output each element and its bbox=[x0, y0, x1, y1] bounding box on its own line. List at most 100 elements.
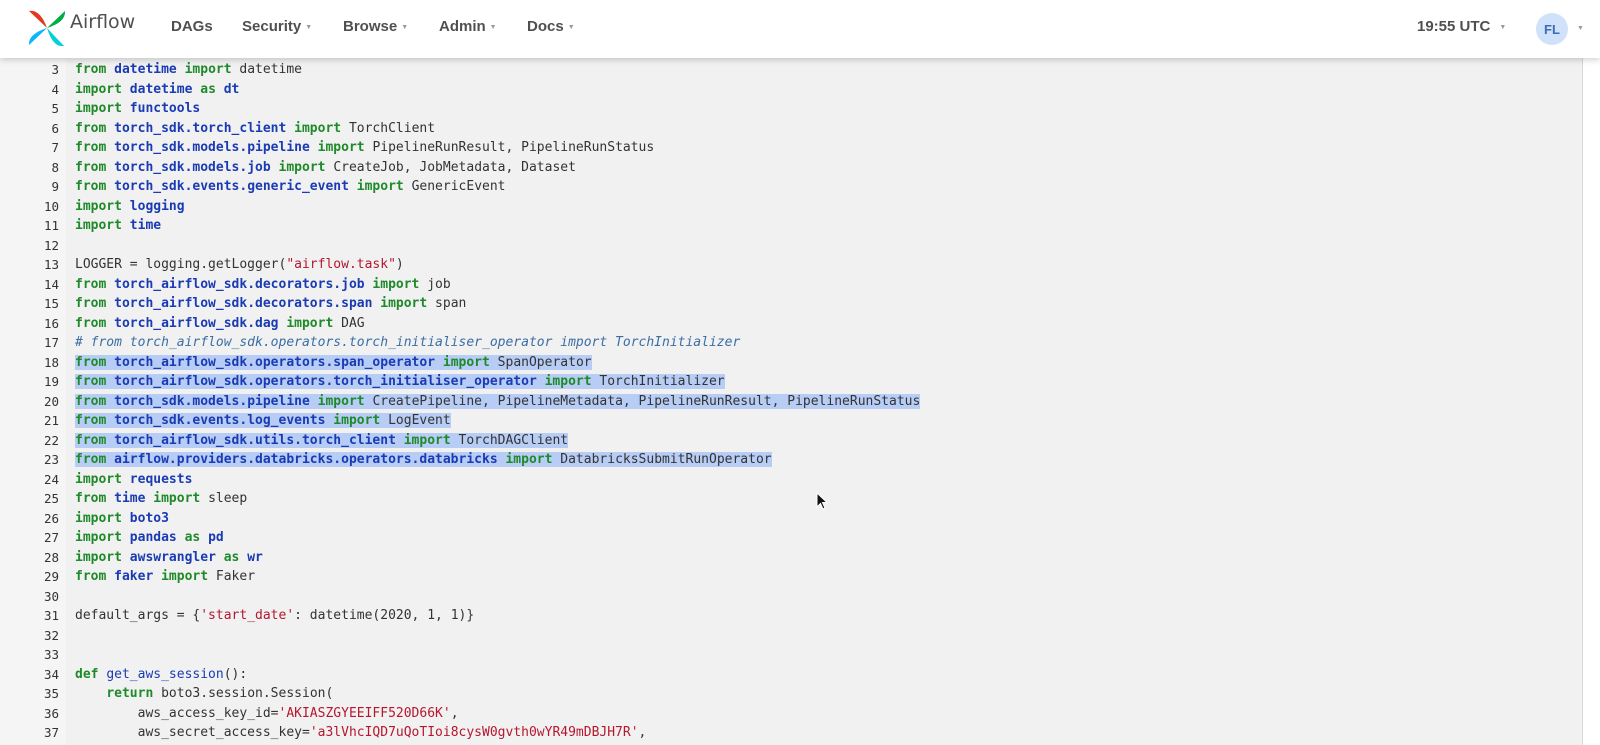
line-number: 13 bbox=[43, 257, 59, 272]
code-token: from bbox=[75, 140, 115, 155]
code-line: 22 from torch_airflow_sdk.utils.torch_cli… bbox=[0, 431, 1582, 451]
nav-dags[interactable]: DAGs bbox=[171, 18, 213, 35]
code-text: from torch_sdk.models.job import CreateJ… bbox=[75, 158, 576, 178]
code-line: 32 bbox=[0, 626, 1582, 646]
code-line: 15 from torch_airflow_sdk.decorators.span… bbox=[0, 294, 1582, 314]
code-token: # from torch_airflow_sdk.operators.torch… bbox=[75, 335, 741, 350]
code-panel[interactable]: 3 from datetime import datetime 4 import da… bbox=[0, 58, 1583, 745]
code-token: DatabricksSubmitRunOperator bbox=[560, 452, 772, 467]
code-token: torch_airflow_sdk.operators.torch_initia… bbox=[114, 374, 545, 389]
utc-clock-time: 19:55 UTC bbox=[1417, 18, 1491, 35]
code-token: import bbox=[184, 62, 240, 77]
code-text: from torch_airflow_sdk.decorators.job im… bbox=[75, 275, 451, 295]
code-line: 35 return boto3.session.Session( bbox=[0, 684, 1582, 704]
code-text: from torch_sdk.events.log_events import … bbox=[75, 411, 451, 431]
code-token: datetime bbox=[114, 62, 185, 77]
code-text: from torch_airflow_sdk.operators.torch_i… bbox=[75, 372, 725, 392]
code-token: TorchInitializer bbox=[599, 374, 725, 389]
code-line: 20 from torch_sdk.models.pipeline import … bbox=[0, 392, 1582, 412]
code-token: torch_airflow_sdk.operators.span_operato… bbox=[114, 354, 443, 370]
nav-admin-dropdown[interactable]: Admin ▼ bbox=[439, 18, 497, 35]
code-line: 4 import datetime as dt bbox=[0, 80, 1582, 100]
code-text: from faker import Faker bbox=[75, 567, 255, 587]
code-line: 12 bbox=[0, 236, 1582, 256]
code-token: import bbox=[544, 374, 600, 389]
line-number: 24 bbox=[43, 471, 59, 487]
code-token: LOGGER = logging.getLogger( bbox=[75, 257, 287, 272]
code-token: logging bbox=[129, 198, 185, 214]
code-token: wr bbox=[247, 549, 263, 565]
code-line: 14 from torch_airflow_sdk.decorators.job … bbox=[0, 275, 1582, 295]
mouse-pointer-icon bbox=[816, 492, 828, 510]
code-text: import logging bbox=[75, 197, 185, 217]
code-token: import bbox=[403, 432, 459, 448]
top-navbar: Airflow DAGs Security ▼ Browse ▼ Admin ▼… bbox=[0, 0, 1600, 58]
code-token: import bbox=[75, 101, 130, 116]
code-token: from bbox=[75, 354, 115, 370]
line-number: 5 bbox=[51, 101, 59, 116]
code-token: torch_sdk.events.generic_event bbox=[114, 179, 357, 194]
code-text: return boto3.session.Session( bbox=[75, 684, 333, 704]
code-token: job bbox=[427, 276, 451, 292]
code-token: DAG bbox=[341, 315, 365, 331]
code-token: from bbox=[75, 120, 115, 136]
code-line: 34 def get_aws_session(): bbox=[0, 665, 1582, 685]
code-text: from airflow.providers.databricks.operat… bbox=[75, 450, 772, 470]
code-token: as bbox=[223, 549, 248, 565]
nav-security-label: Security bbox=[242, 18, 302, 35]
code-token: from bbox=[75, 432, 115, 448]
code-text: from torch_sdk.models.pipeline import Pi… bbox=[75, 138, 654, 158]
line-number: 26 bbox=[43, 510, 59, 526]
code-text: from datetime import datetime bbox=[75, 60, 302, 80]
code-token: import bbox=[286, 315, 342, 331]
code-line: 18 from torch_airflow_sdk.operators.span_… bbox=[0, 353, 1582, 373]
user-initials: FL bbox=[1544, 21, 1560, 37]
code-token: import bbox=[75, 471, 130, 487]
code-token: requests bbox=[129, 471, 193, 487]
code-token: from bbox=[75, 413, 115, 428]
code-text: from torch_sdk.torch_client import Torch… bbox=[75, 119, 435, 139]
code-token: torch_airflow_sdk.decorators.span bbox=[114, 296, 381, 311]
code-line: 13 LOGGER = logging.getLogger("airflow.ta… bbox=[0, 255, 1582, 275]
code-line: 5 import functools bbox=[0, 99, 1582, 119]
caret-down-icon: ▼ bbox=[1577, 25, 1584, 32]
code-token: boto3.session.Session( bbox=[161, 686, 334, 701]
code-line: 24 import requests bbox=[0, 470, 1582, 490]
code-token: import bbox=[333, 413, 389, 428]
code-text: default_args = {'start_date': datetime(2… bbox=[75, 606, 474, 626]
line-number: 4 bbox=[51, 81, 59, 97]
line-number: 20 bbox=[43, 393, 59, 409]
code-token: from bbox=[75, 159, 115, 175]
code-token: boto3 bbox=[129, 510, 169, 526]
code-text: from torch_sdk.events.generic_event impo… bbox=[75, 177, 506, 197]
code-token: def bbox=[75, 666, 107, 682]
code-text: import datetime as dt bbox=[75, 80, 239, 100]
caret-down-icon: ▼ bbox=[567, 24, 575, 31]
code-token: import bbox=[317, 140, 373, 155]
utc-clock-dropdown[interactable]: 19:55 UTC ▼ bbox=[1417, 18, 1506, 35]
nav-security-dropdown[interactable]: Security ▼ bbox=[242, 18, 312, 35]
code-text: from torch_sdk.models.pipeline import Cr… bbox=[75, 392, 921, 412]
line-number: 33 bbox=[43, 647, 59, 662]
code-line: 36 aws_access_key_id='AKIASZGYEEIFF520D6… bbox=[0, 704, 1582, 724]
code-token: TorchClient bbox=[348, 120, 436, 136]
code-token: , bbox=[638, 725, 647, 740]
code-text: import time bbox=[75, 216, 161, 236]
code-token: LogEvent bbox=[388, 413, 451, 428]
code-token: from bbox=[75, 296, 115, 311]
code-token: torch_sdk.models.pipeline bbox=[114, 140, 318, 155]
user-avatar[interactable]: FL bbox=[1536, 13, 1568, 45]
code-token: torch_sdk.events.log_events bbox=[114, 413, 334, 428]
code-token: GenericEvent bbox=[411, 179, 506, 194]
line-number: 35 bbox=[43, 686, 59, 701]
code-token: torch_sdk.models.pipeline bbox=[114, 393, 318, 409]
nav-browse-dropdown[interactable]: Browse ▼ bbox=[343, 18, 408, 35]
code-token: import bbox=[75, 530, 130, 545]
nav-docs-dropdown[interactable]: Docs ▼ bbox=[527, 18, 575, 35]
code-line: 29 from faker import Faker bbox=[0, 567, 1582, 587]
code-token: CreatePipeline, PipelineMetadata, Pipeli… bbox=[372, 393, 921, 409]
nav-docs-label: Docs bbox=[527, 18, 564, 35]
airflow-logo[interactable]: Airflow bbox=[26, 6, 135, 50]
code-line: 23 from airflow.providers.databricks.oper… bbox=[0, 450, 1582, 470]
dag-code-view: 3 from datetime import datetime 4 import da… bbox=[0, 58, 1600, 745]
